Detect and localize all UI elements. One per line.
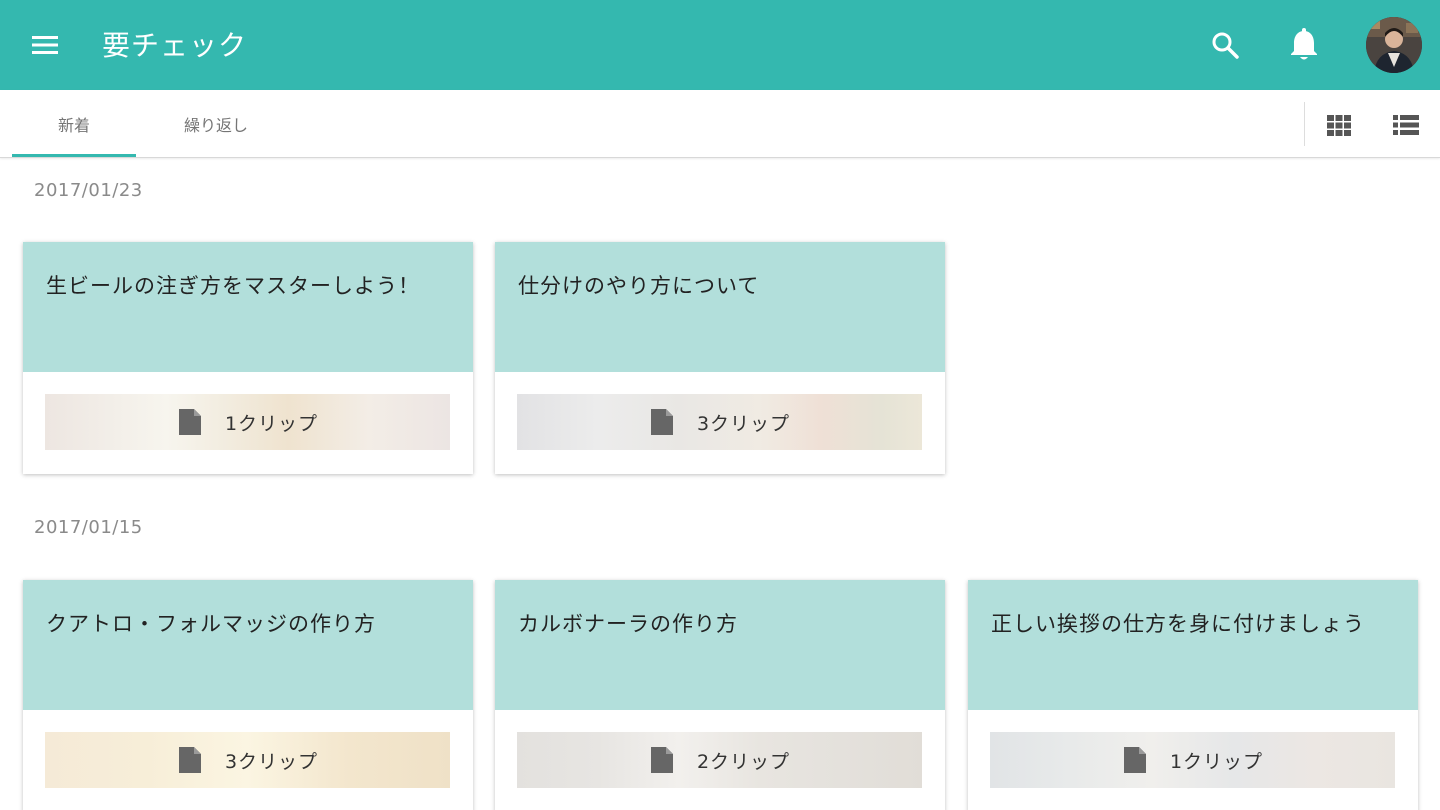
- grid-view-icon[interactable]: [1324, 110, 1354, 140]
- tab-new[interactable]: 新着: [12, 90, 136, 158]
- clip-preview[interactable]: 2クリップ: [517, 732, 922, 788]
- clip-preview[interactable]: 3クリップ: [517, 394, 922, 450]
- clip-count: 3クリップ: [224, 750, 319, 773]
- clip-count: 2クリップ: [696, 750, 791, 773]
- card[interactable]: カルボナーラの作り方 2クリップ: [495, 580, 945, 810]
- card-title: 正しい挨拶の仕方を身に付けましょう: [991, 612, 1365, 636]
- section-date: 2017/01/15: [34, 517, 143, 538]
- page-title: 要チェック: [102, 29, 248, 62]
- document-icon: [650, 747, 673, 773]
- card[interactable]: 生ビールの注ぎ方をマスターしよう！ 1クリップ: [23, 242, 473, 474]
- clip-preview[interactable]: 1クリップ: [45, 394, 450, 450]
- menu-icon[interactable]: [28, 30, 62, 60]
- card-title: 仕分けのやり方について: [518, 274, 760, 298]
- card[interactable]: 仕分けのやり方について 3クリップ: [495, 242, 945, 474]
- clip-count: 1クリップ: [1169, 750, 1264, 773]
- card-title: 生ビールの注ぎ方をマスターしよう！: [46, 274, 420, 298]
- avatar[interactable]: [1366, 17, 1422, 73]
- divider: [1304, 102, 1305, 146]
- clip-count: 3クリップ: [696, 412, 791, 435]
- clip-preview[interactable]: 1クリップ: [990, 732, 1395, 788]
- app-bar: 要チェック: [0, 0, 1440, 90]
- card[interactable]: 正しい挨拶の仕方を身に付けましょう 1クリップ: [968, 580, 1418, 810]
- document-icon: [1123, 747, 1146, 773]
- document-icon: [178, 747, 201, 773]
- card-header: 正しい挨拶の仕方を身に付けましょう: [968, 580, 1418, 710]
- list-view-icon[interactable]: [1390, 110, 1422, 140]
- bell-icon[interactable]: [1286, 26, 1322, 64]
- search-icon[interactable]: [1208, 28, 1242, 62]
- card-body: 2クリップ: [495, 710, 945, 810]
- tab-bar: 新着 繰り返し: [0, 90, 1440, 158]
- card-body: 3クリップ: [23, 710, 473, 810]
- card-title: カルボナーラの作り方: [518, 612, 738, 636]
- card-header: 生ビールの注ぎ方をマスターしよう！: [23, 242, 473, 372]
- card-body: 1クリップ: [23, 372, 473, 474]
- card-body: 3クリップ: [495, 372, 945, 474]
- card-header: カルボナーラの作り方: [495, 580, 945, 710]
- card-header: クアトロ・フォルマッジの作り方: [23, 580, 473, 710]
- card[interactable]: クアトロ・フォルマッジの作り方 3クリップ: [23, 580, 473, 810]
- card-header: 仕分けのやり方について: [495, 242, 945, 372]
- document-icon: [650, 409, 673, 435]
- tab-indicator: [12, 154, 136, 157]
- clip-preview[interactable]: 3クリップ: [45, 732, 450, 788]
- card-title: クアトロ・フォルマッジの作り方: [46, 612, 376, 636]
- card-body: 1クリップ: [968, 710, 1418, 810]
- document-icon: [178, 409, 201, 435]
- section-date: 2017/01/23: [34, 180, 143, 201]
- clip-count: 1クリップ: [224, 412, 319, 435]
- tab-repeat[interactable]: 繰り返し: [150, 90, 282, 158]
